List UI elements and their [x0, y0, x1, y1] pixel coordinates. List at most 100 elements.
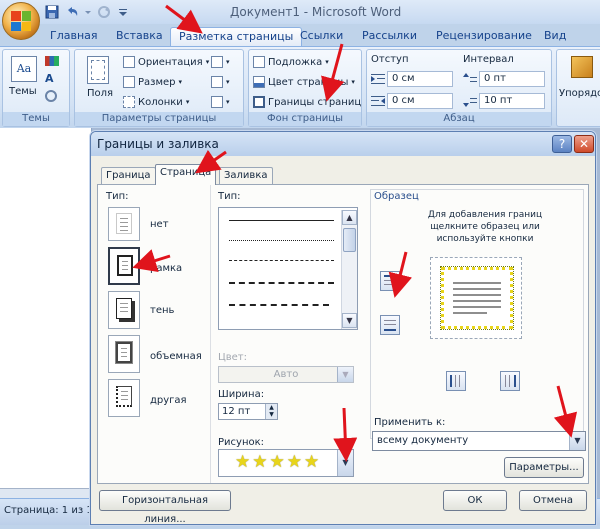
- save-icon[interactable]: [44, 4, 60, 20]
- page-borders-button[interactable]: Границы страниц: [253, 96, 361, 108]
- apply-to-label: Применить к:: [374, 417, 446, 428]
- indent-right-icon: [371, 95, 385, 107]
- page-color-button[interactable]: Цвет страницы ▾: [253, 76, 355, 88]
- spacing-after-input[interactable]: 10 пт: [479, 93, 545, 109]
- help-button[interactable]: ?: [552, 135, 572, 153]
- columns-button[interactable]: Колонки ▾: [123, 96, 189, 108]
- tab-page-border[interactable]: Страница: [155, 164, 217, 185]
- art-stars-value: ★★★★★: [235, 452, 322, 472]
- group-label-paragraph: Абзац: [367, 112, 551, 126]
- setting-custom-option[interactable]: [108, 379, 140, 417]
- setting-none-label[interactable]: нет: [150, 219, 169, 230]
- style-list-scrollbar[interactable]: ▲ ▼: [341, 210, 357, 329]
- setting-box-option[interactable]: [108, 247, 140, 285]
- setting-box-label[interactable]: рамка: [150, 263, 182, 274]
- line-numbers-icon: [211, 76, 223, 88]
- width-value: 12 пт: [222, 406, 251, 417]
- margins-icon[interactable]: [87, 56, 109, 84]
- color-label: Цвет:: [218, 352, 248, 363]
- setting-shadow-option[interactable]: [108, 291, 140, 329]
- style-dashed-small[interactable]: [229, 260, 334, 261]
- arrange-icon[interactable]: [571, 56, 593, 78]
- hyphenation-button[interactable]: ▾: [211, 96, 230, 108]
- art-select[interactable]: ★★★★★ ▼: [218, 449, 354, 477]
- tab-references[interactable]: Ссылки: [292, 27, 351, 46]
- scroll-thumb[interactable]: [343, 228, 356, 252]
- theme-colors-icon[interactable]: [45, 56, 59, 66]
- tab-page-layout[interactable]: Разметка страницы: [170, 27, 303, 46]
- apply-to-value: всему документу: [377, 435, 469, 446]
- theme-effects-icon[interactable]: [45, 90, 57, 102]
- width-spinner-icon[interactable]: ▲ ▼: [265, 404, 277, 419]
- width-input[interactable]: 12 пт ▲ ▼: [218, 403, 278, 420]
- tab-mailings[interactable]: Рассылки: [354, 27, 425, 46]
- apply-to-dropdown-icon[interactable]: ▼: [569, 432, 585, 450]
- setting-3d-option[interactable]: [108, 335, 140, 373]
- tab-shading[interactable]: Заливка: [219, 167, 273, 185]
- watermark-button[interactable]: Подложка ▾: [253, 56, 329, 68]
- setting-none-option[interactable]: [108, 207, 140, 241]
- page-border-panel: Тип: нет рамка тень объемная другая Тип:…: [97, 184, 589, 484]
- arrange-button[interactable]: Упорядоч: [559, 88, 600, 99]
- line-numbers-button[interactable]: ▾: [211, 76, 230, 88]
- group-arrange: Упорядоч: [556, 49, 600, 127]
- divider: [210, 185, 211, 483]
- tab-borders[interactable]: Граница: [101, 167, 156, 185]
- spacing-before-input[interactable]: 0 пт: [479, 71, 545, 87]
- style-dash-dot[interactable]: [229, 304, 329, 306]
- breaks-icon: [211, 56, 223, 68]
- customize-quick-access-icon[interactable]: [118, 4, 134, 20]
- ribbon: Aa Темы A Темы Поля Ориентация ▾ Размер ▾ …: [0, 46, 600, 128]
- style-dotted[interactable]: [229, 240, 334, 241]
- indent-left-icon: [371, 73, 385, 85]
- setting-shadow-label[interactable]: тень: [150, 305, 174, 316]
- preview-page[interactable]: [430, 257, 522, 339]
- bottom-border-icon[interactable]: [380, 315, 400, 335]
- scroll-down-icon[interactable]: ▼: [342, 313, 357, 328]
- tab-review[interactable]: Рецензирование: [428, 27, 540, 46]
- group-themes: Aa Темы A Темы: [2, 49, 70, 127]
- horizontal-line-button[interactable]: Горизонтальная линия...: [99, 490, 231, 525]
- setting-type-label: Тип:: [106, 191, 129, 202]
- theme-fonts-icon[interactable]: A: [45, 72, 54, 85]
- group-paragraph: Отступ 0 см 0 см Интервал 0 пт 10 пт Абз…: [366, 49, 552, 127]
- art-dropdown-icon[interactable]: ▼: [337, 450, 353, 476]
- spacing-before-icon: [463, 73, 477, 85]
- close-icon[interactable]: ✕: [574, 135, 594, 153]
- indent-left-input[interactable]: 0 см: [387, 71, 453, 87]
- page-borders-icon: [253, 96, 265, 108]
- right-border-icon[interactable]: [500, 371, 520, 391]
- setting-3d-label[interactable]: объемная: [150, 351, 202, 362]
- breaks-button[interactable]: ▾: [211, 56, 230, 68]
- tab-insert[interactable]: Вставка: [108, 27, 171, 46]
- office-button[interactable]: [2, 2, 40, 40]
- group-page-setup: Поля Ориентация ▾ Размер ▾ Колонки ▾ ▾ ▾ ▾ …: [74, 49, 244, 127]
- left-border-icon[interactable]: [446, 371, 466, 391]
- scroll-up-icon[interactable]: ▲: [342, 210, 357, 225]
- orientation-button[interactable]: Ориентация ▾: [123, 56, 209, 68]
- style-dashed[interactable]: [229, 282, 334, 284]
- horizontal-scrollbar[interactable]: [0, 488, 90, 498]
- undo-icon[interactable]: [64, 4, 80, 20]
- columns-icon: [123, 96, 135, 108]
- style-solid[interactable]: [229, 220, 334, 221]
- themes-icon[interactable]: Aa: [11, 56, 37, 82]
- width-label: Ширина:: [218, 389, 265, 400]
- margins-button[interactable]: Поля: [87, 88, 113, 99]
- size-button[interactable]: Размер ▾: [123, 76, 182, 88]
- tab-view[interactable]: Вид: [536, 27, 574, 46]
- document-page[interactable]: [0, 128, 92, 492]
- top-border-icon[interactable]: [380, 271, 400, 291]
- apply-to-select[interactable]: всему документу ▼: [372, 431, 586, 451]
- options-button[interactable]: Параметры...: [504, 457, 584, 478]
- indent-right-input[interactable]: 0 см: [387, 93, 453, 109]
- themes-button[interactable]: Темы: [9, 86, 37, 97]
- setting-custom-label[interactable]: другая: [150, 395, 187, 406]
- office-logo-icon: [11, 11, 31, 31]
- ok-button[interactable]: ОК: [443, 490, 507, 511]
- cancel-button[interactable]: Отмена: [519, 490, 587, 511]
- spacing-label: Интервал: [463, 54, 514, 65]
- redo-icon[interactable]: [96, 4, 112, 20]
- tab-home[interactable]: Главная: [42, 27, 106, 46]
- border-style-list[interactable]: ▲ ▼: [218, 207, 358, 330]
